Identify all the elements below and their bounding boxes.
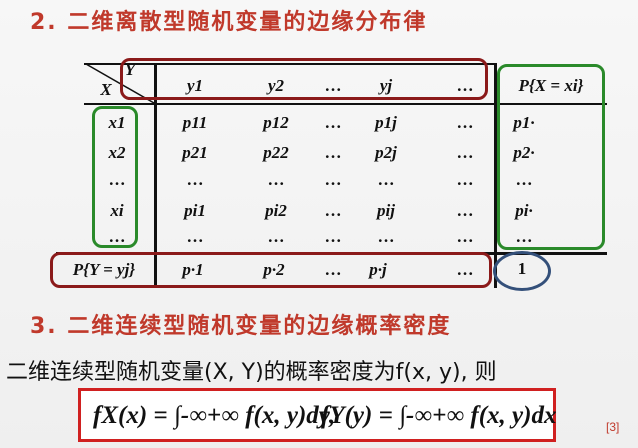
table-cell: p2j [375, 143, 397, 162]
table-cell: … [377, 170, 395, 189]
formula-box: fX(x) = ∫-∞+∞ f(x, y)dy, fY(y) = ∫-∞+∞ f… [78, 388, 556, 442]
table-cell: … [456, 143, 474, 162]
table-cell: … [456, 201, 474, 220]
row-header-highlight-box [92, 106, 138, 248]
table-cell: p11 [182, 113, 208, 132]
marginal-distribution-table: Y X y1 y2 … yj … P{X = xi} x1 p11 p12 … … [0, 0, 638, 300]
table-cell: … [267, 170, 285, 189]
table-cell: … [324, 113, 342, 132]
table-cell: p1j [375, 113, 397, 132]
formula-fy: fY(y) = ∫-∞+∞ f(x, y)dx [321, 402, 557, 429]
table-cell: … [456, 170, 474, 189]
density-sentence: 二维连续型随机变量(X, Y)的概率密度为f(x, y), 则 [6, 360, 497, 385]
table-cell: … [324, 143, 342, 162]
table-cell: … [324, 227, 342, 246]
citation-marker: [3] [606, 420, 620, 434]
table-cell: p12 [263, 113, 289, 132]
table-cell: … [324, 201, 342, 220]
marginal-y-highlight-box [50, 252, 492, 288]
corner-label-x: X [100, 80, 112, 99]
table-cell: … [377, 227, 395, 246]
column-header-highlight-box [120, 58, 488, 100]
table-cell: … [186, 227, 204, 246]
table-cell: … [324, 170, 342, 189]
marginal-x-highlight-box [497, 64, 605, 250]
table-cell: … [456, 227, 474, 246]
table-cell: … [456, 113, 474, 132]
table-cell: p22 [263, 143, 289, 162]
table-cell: pi2 [265, 201, 287, 220]
table-cell: … [186, 170, 204, 189]
table-cell: p21 [182, 143, 208, 162]
table-cell: pij [377, 201, 395, 220]
table-cell: … [267, 227, 285, 246]
formula-fx: fX(x) = ∫-∞+∞ f(x, y)dy, [93, 402, 336, 429]
table-cell: pi1 [184, 201, 206, 220]
section-heading-3: 3. 二维连续型随机变量的边缘概率密度 [30, 314, 452, 339]
total-highlight-circle [493, 251, 551, 291]
